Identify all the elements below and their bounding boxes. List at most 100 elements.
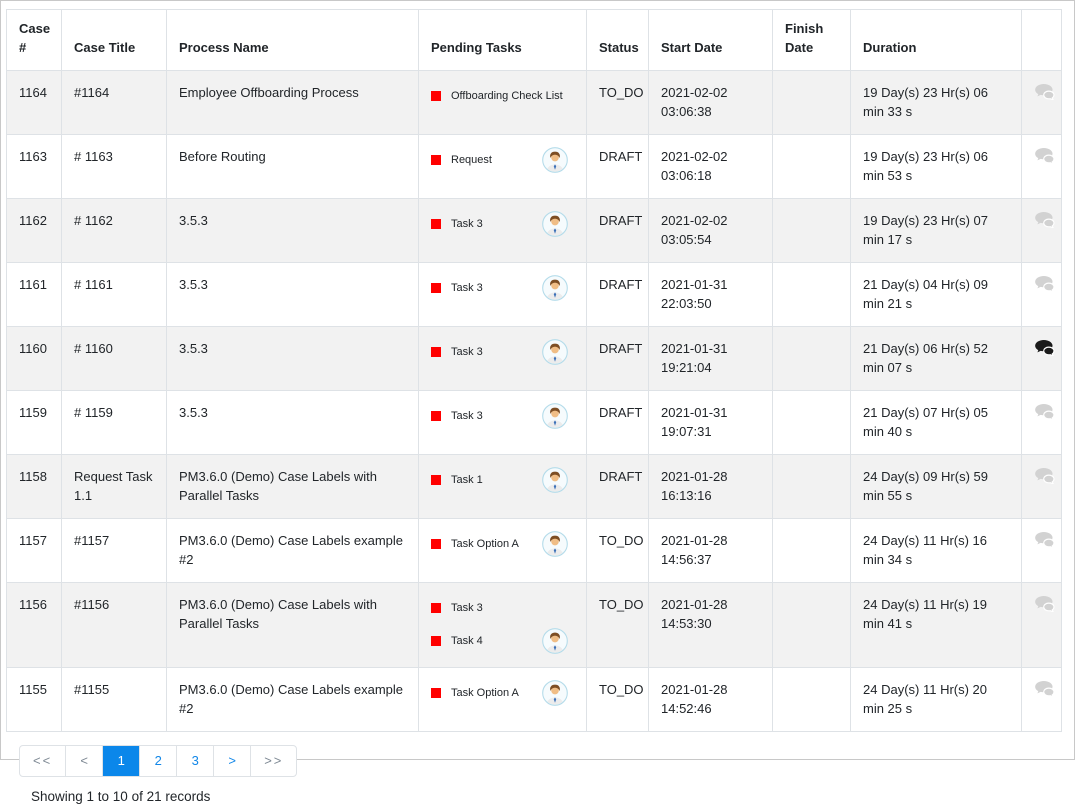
column-header-status[interactable]: Status bbox=[587, 10, 649, 71]
pending-tasks-cell: Task Option A bbox=[419, 667, 587, 731]
chat-bubbles-icon[interactable] bbox=[1034, 275, 1055, 298]
case-title-cell: # 1162 bbox=[62, 198, 167, 262]
column-header-case_number[interactable]: Case # bbox=[7, 10, 62, 71]
task-label: Task 3 bbox=[451, 281, 483, 295]
status-cell: DRAFT bbox=[587, 198, 649, 262]
column-header-start_date[interactable]: Start Date bbox=[649, 10, 773, 71]
chat-bubbles-icon[interactable] bbox=[1034, 339, 1055, 362]
case-title-cell: #1164 bbox=[62, 70, 167, 134]
case-row-1157[interactable]: 1157#1157PM3.6.0 (Demo) Case Labels exam… bbox=[7, 518, 1062, 582]
case-row-1163[interactable]: 1163# 1163Before RoutingRequestDRAFT2021… bbox=[7, 134, 1062, 198]
finish-date-cell bbox=[773, 326, 851, 390]
start-date-cell: 2021-01-28 14:52:46 bbox=[649, 667, 773, 731]
column-header-pending_tasks[interactable]: Pending Tasks bbox=[419, 10, 587, 71]
cases-table: Case #Case TitleProcess NamePending Task… bbox=[6, 9, 1062, 732]
duration-cell: 24 Day(s) 11 Hr(s) 19 min 41 s bbox=[851, 582, 1022, 667]
pending-tasks-cell: Task 3 bbox=[419, 326, 587, 390]
status-cell: TO_DO bbox=[587, 518, 649, 582]
chat-bubbles-icon[interactable] bbox=[1034, 147, 1055, 170]
column-header-case_title[interactable]: Case Title bbox=[62, 10, 167, 71]
process-name-cell: Employee Offboarding Process bbox=[167, 70, 419, 134]
case-notes-cell bbox=[1022, 454, 1062, 518]
user-avatar-icon bbox=[542, 628, 572, 654]
case-notes-cell bbox=[1022, 134, 1062, 198]
red-square-icon bbox=[431, 539, 441, 549]
case-row-1159[interactable]: 1159# 11593.5.3Task 3DRAFT2021-01-31 19:… bbox=[7, 390, 1062, 454]
chat-bubbles-icon[interactable] bbox=[1034, 403, 1055, 426]
user-avatar-icon bbox=[542, 339, 572, 365]
task-label: Task 4 bbox=[451, 634, 483, 648]
red-square-icon bbox=[431, 283, 441, 293]
start-date-cell: 2021-01-31 19:07:31 bbox=[649, 390, 773, 454]
last-page-button[interactable]: >> bbox=[250, 746, 296, 776]
case-notes-cell bbox=[1022, 262, 1062, 326]
case-row-1160[interactable]: 1160# 11603.5.3Task 3DRAFT2021-01-31 19:… bbox=[7, 326, 1062, 390]
pending-task-item: Task 3 bbox=[431, 211, 576, 238]
user-avatar-icon bbox=[542, 467, 572, 493]
start-date-cell: 2021-02-02 03:06:18 bbox=[649, 134, 773, 198]
status-cell: DRAFT bbox=[587, 326, 649, 390]
records-summary: Showing 1 to 10 of 21 records bbox=[31, 789, 1060, 804]
finish-date-cell bbox=[773, 70, 851, 134]
table-header: Case #Case TitleProcess NamePending Task… bbox=[7, 10, 1062, 71]
red-square-icon bbox=[431, 636, 441, 646]
case-notes-cell bbox=[1022, 582, 1062, 667]
status-cell: TO_DO bbox=[587, 70, 649, 134]
column-header-finish_date[interactable]: Finish Date bbox=[773, 10, 851, 71]
duration-cell: 19 Day(s) 23 Hr(s) 07 min 17 s bbox=[851, 198, 1022, 262]
process-name-cell: PM3.6.0 (Demo) Case Labels example #2 bbox=[167, 667, 419, 731]
case-title-cell: # 1160 bbox=[62, 326, 167, 390]
status-cell: DRAFT bbox=[587, 390, 649, 454]
page-3-button[interactable]: 3 bbox=[176, 746, 213, 776]
chat-bubbles-icon[interactable] bbox=[1034, 211, 1055, 234]
chat-bubbles-icon[interactable] bbox=[1034, 467, 1055, 490]
process-name-cell: Before Routing bbox=[167, 134, 419, 198]
chat-bubbles-icon[interactable] bbox=[1034, 680, 1055, 703]
page-2-button[interactable]: 2 bbox=[139, 746, 176, 776]
pending-task-item: Task Option A bbox=[431, 531, 576, 558]
table-body: 1164#1164Employee Offboarding Process Off… bbox=[7, 70, 1062, 731]
status-cell: DRAFT bbox=[587, 262, 649, 326]
red-square-icon bbox=[431, 347, 441, 357]
case-notes-cell bbox=[1022, 326, 1062, 390]
pending-task-item: Task 4 bbox=[431, 628, 576, 655]
pending-task-item: Task 3 bbox=[431, 403, 576, 430]
pending-task-item: Task 3 bbox=[431, 275, 576, 302]
chat-bubbles-icon[interactable] bbox=[1034, 531, 1055, 554]
case-row-1162[interactable]: 1162# 11623.5.3Task 3DRAFT2021-02-02 03:… bbox=[7, 198, 1062, 262]
pending-tasks-cell: Task Option A bbox=[419, 518, 587, 582]
first-page-button[interactable]: << bbox=[20, 746, 65, 776]
prev-page-button[interactable]: < bbox=[65, 746, 102, 776]
duration-cell: 19 Day(s) 23 Hr(s) 06 min 53 s bbox=[851, 134, 1022, 198]
chat-bubbles-icon[interactable] bbox=[1034, 83, 1055, 106]
case-title-cell: #1156 bbox=[62, 582, 167, 667]
case-number-cell: 1164 bbox=[7, 70, 62, 134]
column-header-duration[interactable]: Duration bbox=[851, 10, 1022, 71]
case-row-1155[interactable]: 1155#1155PM3.6.0 (Demo) Case Labels exam… bbox=[7, 667, 1062, 731]
case-title-cell: # 1163 bbox=[62, 134, 167, 198]
case-row-1158[interactable]: 1158Request Task 1.1PM3.6.0 (Demo) Case … bbox=[7, 454, 1062, 518]
pending-task-item: Task Option A bbox=[431, 680, 576, 707]
pending-task-item: Offboarding Check List bbox=[431, 83, 576, 110]
column-header-process_name[interactable]: Process Name bbox=[167, 10, 419, 71]
task-label: Task 3 bbox=[451, 345, 483, 359]
case-row-1161[interactable]: 1161# 11613.5.3Task 3DRAFT2021-01-31 22:… bbox=[7, 262, 1062, 326]
chat-bubbles-icon[interactable] bbox=[1034, 595, 1055, 618]
pending-tasks-cell: Task 3 Task 4 bbox=[419, 582, 587, 667]
process-name-cell: 3.5.3 bbox=[167, 262, 419, 326]
pending-tasks-cell: Task 3 bbox=[419, 198, 587, 262]
pending-task-item: Task 3 bbox=[431, 595, 576, 622]
page-1-button[interactable]: 1 bbox=[102, 746, 139, 776]
finish-date-cell bbox=[773, 454, 851, 518]
user-avatar-icon bbox=[542, 403, 572, 429]
finish-date-cell bbox=[773, 582, 851, 667]
pagination: <<<123>>> bbox=[19, 745, 297, 777]
case-row-1164[interactable]: 1164#1164Employee Offboarding Process Off… bbox=[7, 70, 1062, 134]
next-page-button[interactable]: > bbox=[213, 746, 250, 776]
finish-date-cell bbox=[773, 198, 851, 262]
case-title-cell: #1155 bbox=[62, 667, 167, 731]
status-cell: DRAFT bbox=[587, 454, 649, 518]
case-row-1156[interactable]: 1156#1156PM3.6.0 (Demo) Case Labels with… bbox=[7, 582, 1062, 667]
start-date-cell: 2021-01-28 14:56:37 bbox=[649, 518, 773, 582]
task-label: Task 3 bbox=[451, 217, 483, 231]
